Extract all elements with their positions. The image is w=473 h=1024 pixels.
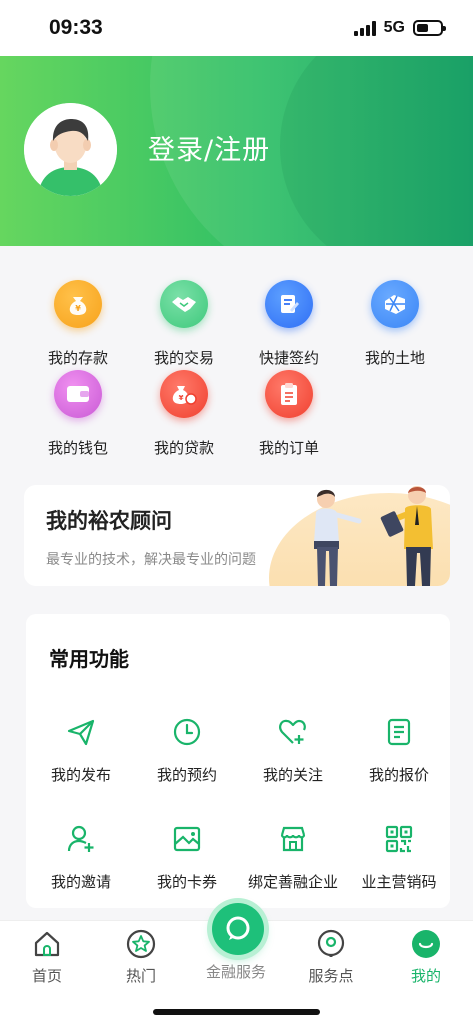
function-my-posts[interactable]: 我的发布 <box>28 717 134 785</box>
chat-bubble-icon <box>226 916 250 940</box>
network-label: 5G <box>383 19 405 36</box>
tab-label: 服务点 <box>308 967 354 985</box>
function-bind-enterprise[interactable]: 绑定善融企业 <box>240 824 346 892</box>
svg-text:¥: ¥ <box>75 304 81 313</box>
profile-icon <box>412 930 440 958</box>
service-label: 我的存款 <box>47 349 108 367</box>
advisor-subtitle: 最专业的技术，解决最专业的问题 <box>46 552 256 568</box>
login-register-link[interactable]: 登录/注册 <box>148 128 270 167</box>
function-my-invites[interactable]: 我的邀请 <box>28 824 134 892</box>
heart-plus-icon <box>279 719 306 744</box>
tab-label: 我的 <box>410 967 441 985</box>
paper-plane-icon <box>67 719 95 746</box>
service-label: 快捷签约 <box>258 349 319 367</box>
function-my-follows[interactable]: 我的关注 <box>240 717 346 785</box>
clock-icon <box>173 718 201 746</box>
function-my-coupons[interactable]: 我的卡券 <box>134 824 240 892</box>
service-label: 我的订单 <box>258 439 319 457</box>
loan-bag-icon: ¥ <box>160 370 208 418</box>
tab-label: 首页 <box>31 967 62 985</box>
service-label: 我的贷款 <box>153 439 214 457</box>
service-land[interactable]: 我的土地 <box>345 280 445 368</box>
tab-label: 金融服务 <box>205 963 266 981</box>
star-circle-icon <box>126 929 156 959</box>
signal-icon <box>353 20 376 36</box>
function-owner-marketing-code[interactable]: 业主营销码 <box>346 824 452 892</box>
sign-contract-icon <box>265 280 313 328</box>
order-clipboard-icon <box>265 370 313 418</box>
function-label: 我的报价 <box>368 766 429 784</box>
svg-text:¥: ¥ <box>179 394 184 402</box>
coupon-image-icon <box>173 826 201 852</box>
battery-icon <box>413 20 446 36</box>
service-label: 我的钱包 <box>47 439 108 457</box>
qr-code-icon <box>385 825 413 853</box>
home-icon <box>34 931 60 957</box>
service-wallet[interactable]: 我的钱包 <box>28 370 128 458</box>
document-list-icon <box>387 718 411 746</box>
tab-service-points[interactable]: 服务点 <box>284 929 378 986</box>
tab-financial-services[interactable]: 金融服务 <box>189 959 283 982</box>
deposit-bag-icon: ¥ <box>54 280 102 328</box>
store-icon <box>280 826 306 852</box>
status-bar: 09:33 5G <box>0 0 473 56</box>
tab-label: 热门 <box>125 967 156 985</box>
common-functions-card: 常用功能 我的发布 我的预约 我的关注 我的报价 我的邀请 我的卡券 绑定善融企… <box>26 614 450 908</box>
financial-services-button[interactable] <box>212 903 264 955</box>
function-label: 我的卡券 <box>156 873 217 891</box>
tab-home[interactable]: 首页 <box>0 929 94 986</box>
location-icon <box>317 929 345 957</box>
service-sign[interactable]: 快捷签约 <box>239 280 339 368</box>
advisor-illustration <box>314 486 433 586</box>
status-indicators: 5G <box>353 19 446 37</box>
status-time: 09:33 <box>49 16 103 39</box>
function-label: 我的预约 <box>156 766 217 784</box>
home-indicator <box>153 1009 320 1015</box>
service-loan[interactable]: ¥ 我的贷款 <box>134 370 234 458</box>
advisor-title: 我的裕农顾问 <box>46 509 172 533</box>
avatar[interactable] <box>24 103 117 196</box>
tab-mine[interactable]: 我的 <box>379 929 473 986</box>
service-trade[interactable]: 我的交易 <box>134 280 234 368</box>
profile-header: 登录/注册 <box>0 56 473 246</box>
function-my-appointments[interactable]: 我的预约 <box>134 717 240 785</box>
wallet-icon <box>54 370 102 418</box>
service-deposit[interactable]: ¥ 我的存款 <box>28 280 128 368</box>
service-order[interactable]: 我的订单 <box>239 370 339 458</box>
function-my-quotes[interactable]: 我的报价 <box>346 717 452 785</box>
advisor-card[interactable]: 我的裕农顾问 最专业的技术，解决最专业的问题 <box>24 485 450 586</box>
function-label: 我的发布 <box>50 766 111 784</box>
tab-hot[interactable]: 热门 <box>94 929 188 986</box>
service-label: 我的土地 <box>364 349 425 367</box>
function-label: 我的邀请 <box>50 873 111 891</box>
service-label: 我的交易 <box>153 349 214 367</box>
handshake-icon <box>160 280 208 328</box>
land-icon <box>371 280 419 328</box>
function-label: 绑定善融企业 <box>247 873 338 891</box>
function-label: 业主营销码 <box>361 873 437 891</box>
common-functions-title: 常用功能 <box>49 647 129 671</box>
add-user-icon <box>67 825 94 852</box>
function-label: 我的关注 <box>262 766 323 784</box>
